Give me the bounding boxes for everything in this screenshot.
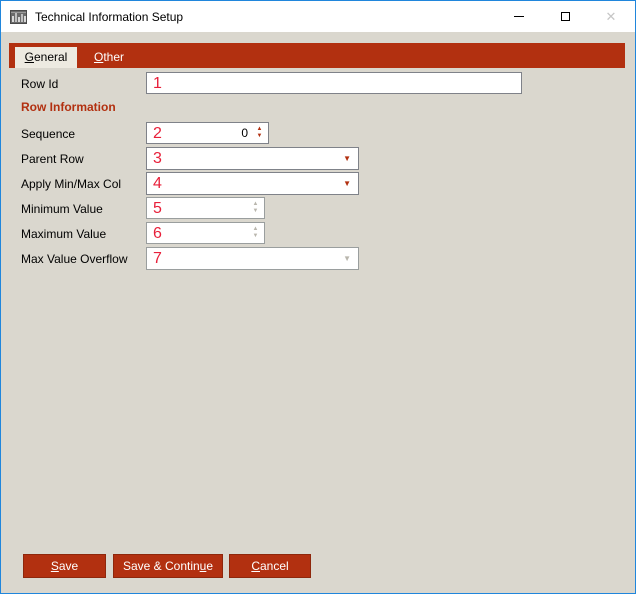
maximum-value-spin-buttons: ▲ ▼ [249,224,262,242]
spin-down-icon: ▼ [253,208,259,215]
spin-up-icon: ▲ [253,226,259,233]
cancel-button[interactable]: Cancel [229,554,311,578]
tab-strip: General Other [9,43,625,68]
close-button[interactable]: ✕ [588,1,634,32]
max-value-overflow-dropdown: 7 ▼ [146,247,359,270]
apply-minmax-col-label: Apply Min/Max Col [21,177,121,191]
sequence-spinner[interactable]: 2 0 ▲ ▼ [146,122,269,144]
save-button[interactable]: Save [23,554,106,578]
maximum-value-spinner: 6 ▲ ▼ [146,222,265,244]
minimize-icon [514,16,524,17]
spin-down-icon: ▼ [253,233,259,240]
maximize-icon [561,12,570,21]
minimum-value-label: Minimum Value [21,202,103,216]
annotation-marker-1: 1 [153,74,162,93]
tab-other[interactable]: Other [81,47,137,68]
maximum-value-label: Maximum Value [21,227,106,241]
annotation-marker-5: 5 [153,199,162,218]
chevron-down-icon: ▼ [343,155,351,163]
max-value-overflow-label: Max Value Overflow [21,252,127,266]
parent-row-dropdown[interactable]: 3 ▼ [146,147,359,170]
sequence-label: Sequence [21,127,75,141]
chevron-down-icon: ▼ [343,180,351,188]
window-controls: ✕ [496,1,634,32]
annotation-marker-6: 6 [153,224,162,243]
sequence-value: 0 [241,126,248,140]
row-id-label: Row Id [21,77,58,91]
minimum-value-spin-buttons: ▲ ▼ [249,199,262,217]
row-id-input[interactable]: 1 [146,72,522,94]
save-and-continue-button[interactable]: Save & Continue [113,554,223,578]
minimum-value-spinner: 5 ▲ ▼ [146,197,265,219]
minimize-button[interactable] [496,1,542,32]
app-table-icon [10,10,27,24]
close-icon: ✕ [606,10,617,23]
apply-minmax-col-dropdown[interactable]: 4 ▼ [146,172,359,195]
chevron-down-icon: ▼ [343,255,351,263]
window-title: Technical Information Setup [35,10,183,24]
annotation-marker-3: 3 [153,149,162,168]
row-information-header: Row Information [21,100,116,114]
parent-row-label: Parent Row [21,152,84,166]
spin-up-icon: ▲ [257,126,263,133]
tab-general[interactable]: General [15,47,77,68]
annotation-marker-4: 4 [153,174,162,193]
maximize-button[interactable] [542,1,588,32]
technical-information-setup-window: Technical Information Setup ✕ General Ot… [0,0,636,594]
spin-down-icon: ▼ [257,133,263,140]
titlebar: Technical Information Setup ✕ [1,1,635,32]
sequence-spin-buttons[interactable]: ▲ ▼ [253,124,266,142]
annotation-marker-7: 7 [153,249,162,268]
annotation-marker-2: 2 [153,124,162,143]
spin-up-icon: ▲ [253,201,259,208]
